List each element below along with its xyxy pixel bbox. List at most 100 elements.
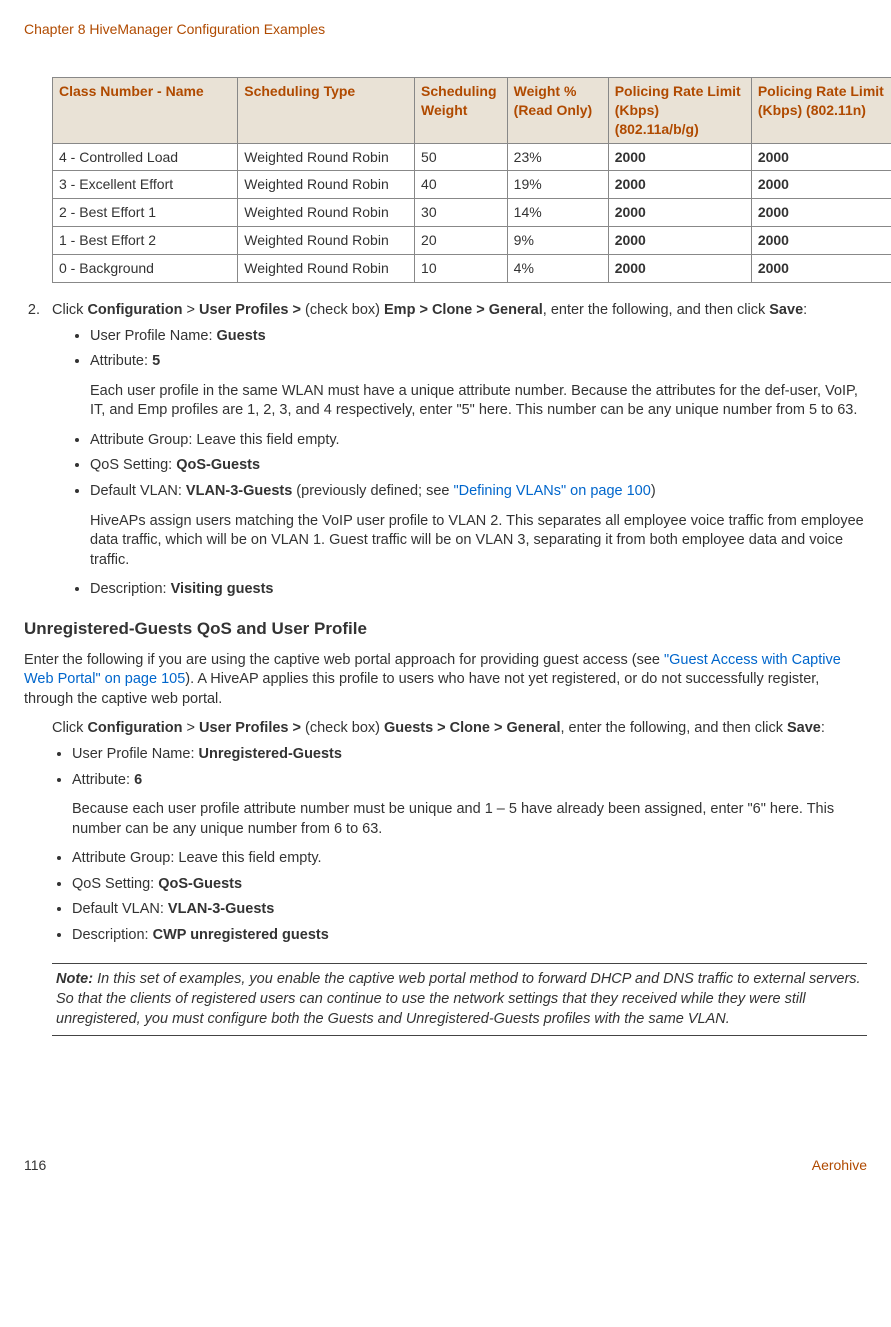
qos-value: QoS-Guests xyxy=(158,876,242,892)
text: , enter the following, and then click xyxy=(561,720,788,736)
td-rate-abg: 2000 xyxy=(608,171,751,199)
table-row: 0 - Background Weighted Round Robin 10 4… xyxy=(53,255,891,283)
td-rate-abg: 2000 xyxy=(608,227,751,255)
nav-general: > General xyxy=(490,720,561,736)
text: (previously defined; see xyxy=(292,483,453,499)
text: Enter the following if you are using the… xyxy=(24,652,664,668)
attr-note: Because each user profile attribute numb… xyxy=(72,800,867,839)
qos-label: QoS Setting: xyxy=(72,876,158,892)
qos-value: QoS-Guests xyxy=(176,457,260,473)
th-rate-n: Policing Rate Limit (Kbps) (802.11n) xyxy=(751,77,891,143)
td-weight: 50 xyxy=(415,143,508,171)
nav-general: > General xyxy=(472,302,543,318)
td-name: 4 - Controlled Load xyxy=(53,143,238,171)
sep: > xyxy=(183,720,200,736)
th-class-name: Class Number - Name xyxy=(53,77,238,143)
attr-label: Attribute: xyxy=(72,772,134,788)
text: (check box) xyxy=(305,720,384,736)
list-item: Attribute: 5 Each user profile in the sa… xyxy=(90,352,867,421)
table-header-row: Class Number - Name Scheduling Type Sche… xyxy=(53,77,891,143)
table-row: 3 - Excellent Effort Weighted Round Robi… xyxy=(53,171,891,199)
page-footer: 116 Aerohive xyxy=(24,1156,867,1175)
vlan-label: Default VLAN: xyxy=(72,901,168,917)
attr-value: 5 xyxy=(152,353,160,369)
text: ) xyxy=(651,483,656,499)
td-weight: 40 xyxy=(415,171,508,199)
td-weight: 30 xyxy=(415,199,508,227)
unreg-intro: Enter the following if you are using the… xyxy=(24,651,867,710)
td-sched: Weighted Round Robin xyxy=(238,227,415,255)
list-item: Default VLAN: VLAN-3-Guests (previously … xyxy=(90,482,867,570)
td-rate-n: 2000 xyxy=(751,143,891,171)
list-item: Attribute Group: Leave this field empty. xyxy=(72,849,867,869)
list-item: Attribute: 6 Because each user profile a… xyxy=(72,771,867,840)
upn-label: User Profile Name: xyxy=(72,746,199,762)
vlan-value: VLAN-3-Guests xyxy=(186,483,292,499)
td-sched: Weighted Round Robin xyxy=(238,199,415,227)
td-rate-abg: 2000 xyxy=(608,143,751,171)
nav-user-profiles: User Profiles > xyxy=(199,720,305,736)
vlan-para: HiveAPs assign users matching the VoIP u… xyxy=(90,512,867,571)
list-item: User Profile Name: Guests xyxy=(90,327,867,347)
unreg-step-lead: Click Configuration > User Profiles > (c… xyxy=(52,719,867,739)
td-rate-abg: 2000 xyxy=(608,255,751,283)
table-row: 1 - Best Effort 2 Weighted Round Robin 2… xyxy=(53,227,891,255)
th-rate-abg: Policing Rate Limit (Kbps) (802.11a/b/g) xyxy=(608,77,751,143)
td-name: 1 - Best Effort 2 xyxy=(53,227,238,255)
brand-name: Aerohive xyxy=(812,1156,867,1175)
list-item: User Profile Name: Unregistered-Guests xyxy=(72,745,867,765)
sep: > xyxy=(183,302,200,318)
list-item: Default VLAN: VLAN-3-Guests xyxy=(72,900,867,920)
text: (check box) xyxy=(305,302,384,318)
td-weight: 10 xyxy=(415,255,508,283)
defining-vlans-link[interactable]: "Defining VLANs" on page 100 xyxy=(453,483,650,499)
td-pct: 23% xyxy=(507,143,608,171)
save-label: Save xyxy=(769,302,803,318)
attr-label: Attribute: xyxy=(90,353,152,369)
td-rate-n: 2000 xyxy=(751,255,891,283)
td-sched: Weighted Round Robin xyxy=(238,255,415,283)
th-sched-weight: Scheduling Weight xyxy=(415,77,508,143)
table-row: 2 - Best Effort 1 Weighted Round Robin 3… xyxy=(53,199,891,227)
nav-guests-clone: Guests > Clone xyxy=(384,720,490,736)
list-item: QoS Setting: QoS-Guests xyxy=(72,875,867,895)
nav-user-profiles: User Profiles > xyxy=(199,302,305,318)
td-name: 0 - Background xyxy=(53,255,238,283)
table-row: 4 - Controlled Load Weighted Round Robin… xyxy=(53,143,891,171)
page-number: 116 xyxy=(24,1156,46,1175)
text: Click xyxy=(52,302,87,318)
list-item: Description: Visiting guests xyxy=(90,580,867,600)
td-rate-n: 2000 xyxy=(751,171,891,199)
td-rate-abg: 2000 xyxy=(608,199,751,227)
step-2: Click Configuration > User Profiles > (c… xyxy=(44,301,867,600)
attr-value: 6 xyxy=(134,772,142,788)
desc-value: Visiting guests xyxy=(171,581,274,597)
text: Click xyxy=(52,720,87,736)
nav-configuration: Configuration xyxy=(87,302,182,318)
list-item: Description: CWP unregistered guests xyxy=(72,926,867,946)
unregistered-guests-heading: Unregistered-Guests QoS and User Profile xyxy=(24,618,867,641)
vlan-label: Default VLAN: xyxy=(90,483,186,499)
qos-label: QoS Setting: xyxy=(90,457,176,473)
desc-value: CWP unregistered guests xyxy=(153,927,329,943)
list-item: Attribute Group: Leave this field empty. xyxy=(90,431,867,451)
td-sched: Weighted Round Robin xyxy=(238,143,415,171)
upn-label: User Profile Name: xyxy=(90,328,217,344)
nav-emp-clone: Emp > Clone xyxy=(384,302,472,318)
nav-configuration: Configuration xyxy=(87,720,182,736)
td-name: 2 - Best Effort 1 xyxy=(53,199,238,227)
td-pct: 19% xyxy=(507,171,608,199)
desc-label: Description: xyxy=(72,927,153,943)
td-name: 3 - Excellent Effort xyxy=(53,171,238,199)
td-pct: 9% xyxy=(507,227,608,255)
th-weight-pct: Weight % (Read Only) xyxy=(507,77,608,143)
step2-text: Click Configuration > User Profiles > (c… xyxy=(52,302,807,318)
td-rate-n: 2000 xyxy=(751,199,891,227)
note-text: In this set of examples, you enable the … xyxy=(56,971,861,1026)
upn-value: Guests xyxy=(217,328,266,344)
upn-value: Unregistered-Guests xyxy=(199,746,342,762)
td-weight: 20 xyxy=(415,227,508,255)
note-label: Note: xyxy=(56,971,93,987)
chapter-header: Chapter 8 HiveManager Configuration Exam… xyxy=(24,20,867,39)
qos-table: Class Number - Name Scheduling Type Sche… xyxy=(52,77,891,283)
